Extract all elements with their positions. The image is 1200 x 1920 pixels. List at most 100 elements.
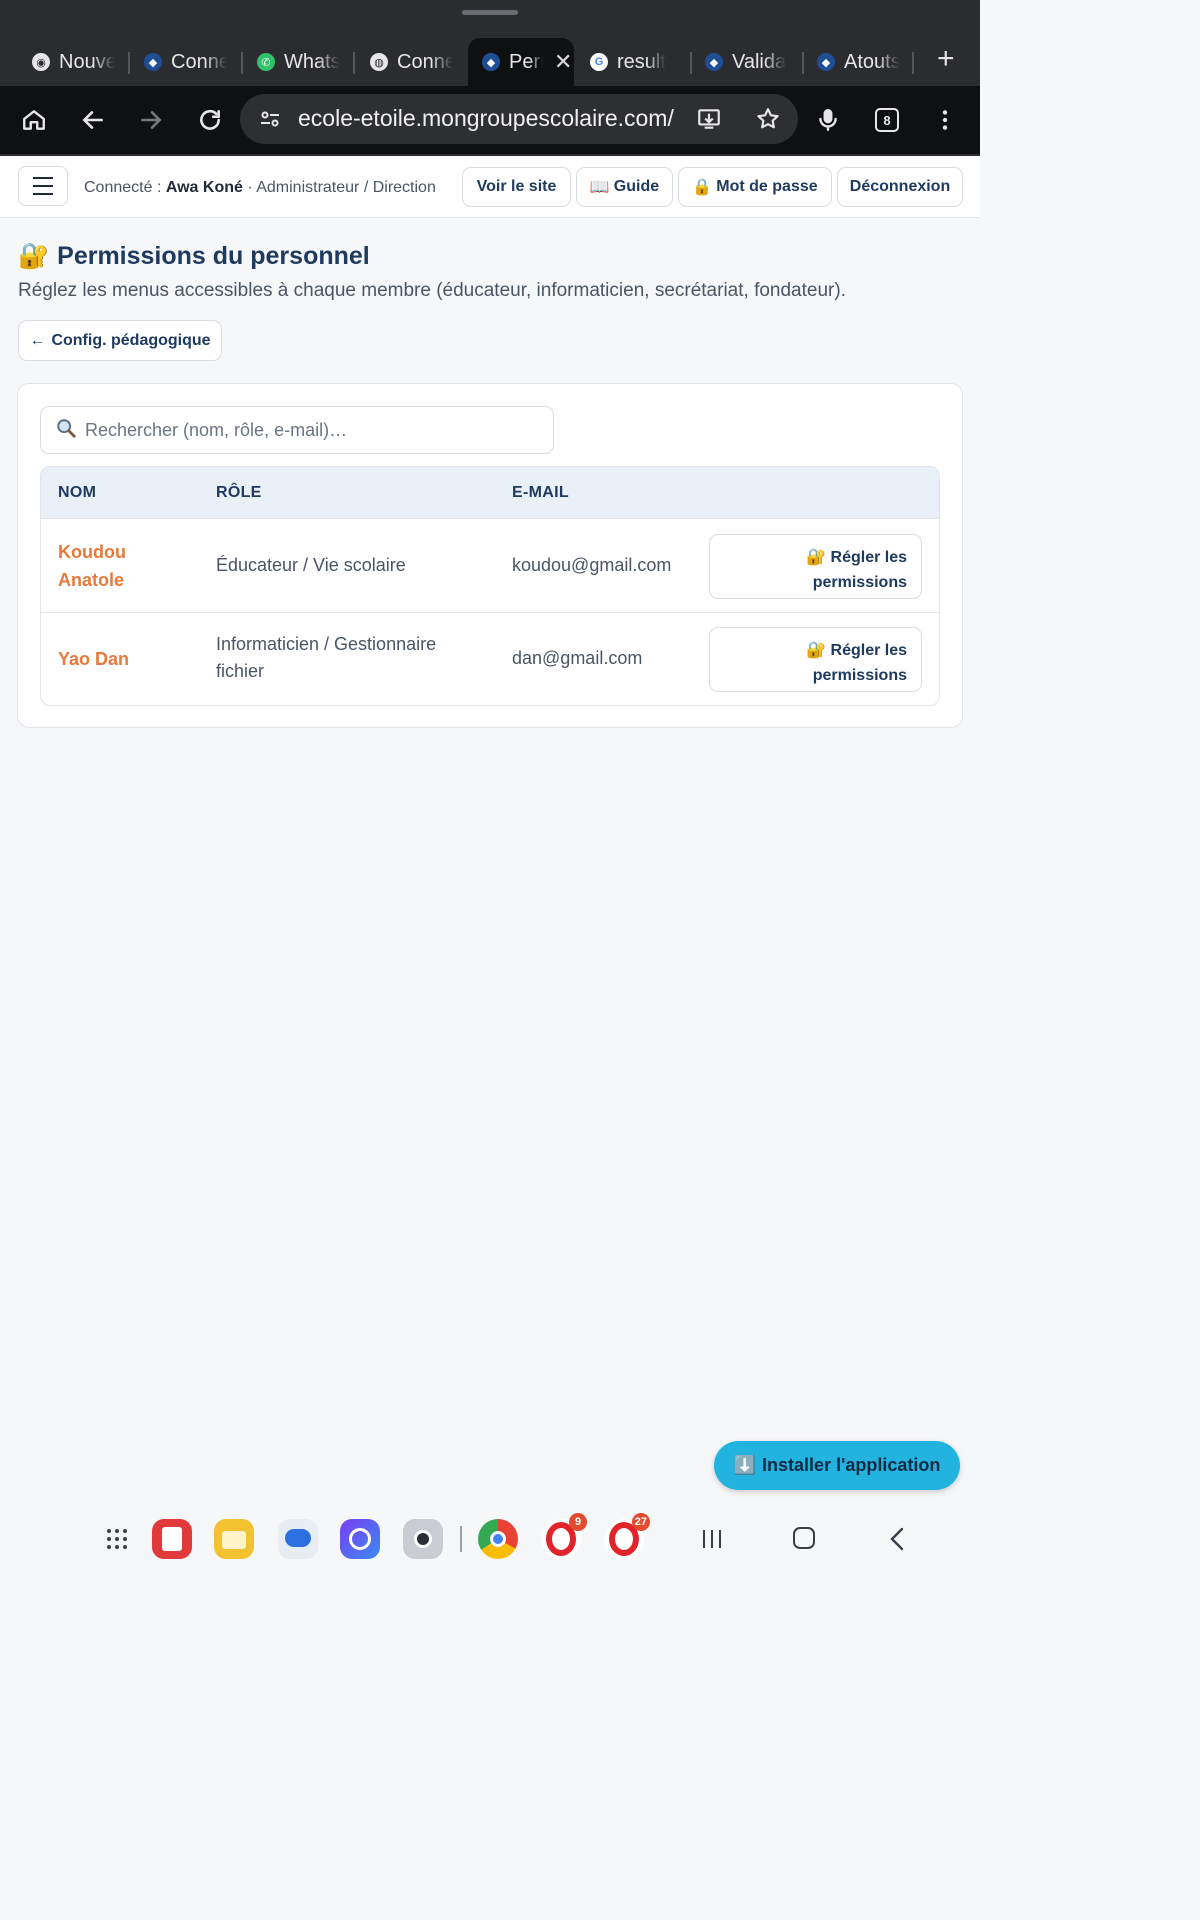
globe-icon: ◍ [370, 53, 388, 71]
tab-switcher-button[interactable]: 8 [875, 108, 899, 132]
notification-badge: 9 [569, 1513, 587, 1531]
password-label: Mot de passe [716, 178, 818, 195]
forward-icon[interactable] [135, 104, 167, 136]
browser-tab-1[interactable]: ◉ Nouve [0, 38, 128, 86]
messages-app-icon[interactable] [278, 1519, 318, 1559]
app-header: Connecté : Awa Koné · Administrateur / D… [0, 156, 980, 218]
whatsapp-icon: ✆ [257, 53, 275, 71]
files-app-icon[interactable] [214, 1519, 254, 1559]
set-permissions-button[interactable]: 🔐 Régler les permissions [709, 534, 922, 599]
browser-tab-4[interactable]: ◍ Conne [338, 38, 466, 86]
page-title: 🔐 Permissions du personnel [18, 242, 370, 271]
site-settings-icon[interactable] [258, 107, 282, 136]
bookmark-star-icon[interactable] [755, 106, 781, 137]
connected-user-role: · Administrateur / Direction [242, 179, 436, 196]
table-row: Yao Dan Informaticien / Gestionnaire fic… [41, 613, 939, 705]
hamburger-menu-button[interactable] [18, 166, 68, 206]
microphone-icon[interactable] [812, 104, 844, 136]
staff-permissions-card: NOM RÔLE E-MAIL Koudou Anatole Éducateur… [17, 383, 963, 728]
guide-button[interactable]: 📖 Guide [576, 167, 673, 207]
lock-key-icon: 🔐 [806, 642, 827, 659]
staff-name-link[interactable]: Koudou Anatole [58, 538, 188, 594]
back-to-config-button[interactable]: ← Config. pédagogique [18, 320, 222, 361]
lock-icon: 🔒 [692, 179, 713, 196]
column-header-role: RÔLE [216, 484, 262, 501]
search-icon [55, 417, 77, 444]
install-app-button[interactable]: ⬇️ Installer l'application [714, 1441, 960, 1490]
tab-separator [912, 52, 914, 74]
tab-strip: ◉ Nouve ◆ Conne ✆ Whats ◍ Conne ◆ Perr ✕… [0, 38, 980, 86]
install-page-icon[interactable] [696, 106, 722, 137]
page-title-text: Permissions du personnel [57, 242, 370, 270]
view-site-button[interactable]: Voir le site [462, 167, 571, 207]
school-icon: ◆ [482, 53, 500, 71]
back-icon[interactable] [77, 104, 109, 136]
table-row: Koudou Anatole Éducateur / Vie scolaire … [41, 520, 939, 613]
hamburger-line [33, 177, 53, 179]
reload-icon[interactable] [194, 104, 226, 136]
browser-tab-2[interactable]: ◆ Conne [112, 38, 242, 86]
search-input[interactable] [85, 419, 525, 441]
opera-app-icon[interactable]: 27 [604, 1513, 650, 1559]
column-header-email: E-MAIL [512, 484, 569, 501]
chrome-icon: ◉ [32, 53, 50, 71]
logout-label: Déconnexion [849, 178, 951, 195]
browser-tab-8[interactable]: ◆ Atouts [785, 38, 913, 86]
internet-app-icon[interactable] [340, 1519, 380, 1559]
staff-role: Éducateur / Vie scolaire [216, 555, 406, 575]
new-tab-icon[interactable]: + [937, 44, 955, 74]
back-nav-icon[interactable] [886, 1526, 908, 1557]
school-icon: ◆ [705, 53, 723, 71]
address-bar[interactable]: ecole-etoile.mongroupescolaire.com/ [240, 94, 798, 144]
opera-mini-app-icon[interactable]: 9 [541, 1513, 587, 1559]
recent-apps-icon[interactable] [700, 1528, 724, 1555]
menu-kebab-icon[interactable] [929, 104, 961, 136]
browser-chrome: ◉ Nouve ◆ Conne ✆ Whats ◍ Conne ◆ Perr ✕… [0, 0, 980, 156]
logout-button[interactable]: Déconnexion [837, 167, 963, 207]
table-header: NOM RÔLE E-MAIL [41, 467, 939, 519]
google-icon: G [590, 53, 608, 71]
staff-email: dan@gmail.com [512, 648, 643, 668]
browser-toolbar: ecole-etoile.mongroupescolaire.com/ 8 [0, 86, 980, 154]
search-box[interactable] [40, 406, 554, 454]
chrome-app-icon[interactable] [478, 1519, 518, 1559]
browser-tab-label: Perr [509, 50, 543, 73]
column-header-name: NOM [58, 484, 97, 501]
set-permissions-label: Régler les permissions [812, 642, 907, 684]
lock-key-icon: 🔐 [18, 242, 50, 270]
connected-user-info: Connecté : Awa Koné · Administrateur / D… [84, 179, 436, 197]
staff-name-link[interactable]: Yao Dan [58, 645, 188, 673]
app-drawer-icon[interactable] [106, 1528, 128, 1555]
password-button[interactable]: 🔒 Mot de passe [678, 167, 832, 207]
lock-key-icon: 🔐 [806, 549, 827, 566]
dock-separator [460, 1526, 462, 1552]
browser-tab-label: Conne [171, 50, 227, 73]
download-arrow-icon: ⬇️ [733, 1455, 757, 1475]
set-permissions-button[interactable]: 🔐 Régler les permissions [709, 627, 922, 692]
browser-tab-7[interactable]: ◆ Valida [673, 38, 803, 86]
home-icon[interactable] [18, 104, 50, 136]
hamburger-line [33, 193, 53, 195]
connected-user-name: Awa Koné [165, 179, 243, 196]
browser-tab-label: Atouts [844, 50, 900, 73]
browser-tab-6[interactable]: G result [558, 38, 688, 86]
connected-prefix: Connecté : [84, 179, 166, 196]
camera-app-icon[interactable] [403, 1519, 443, 1559]
home-nav-icon[interactable] [793, 1527, 815, 1549]
install-app-label: Installer l'application [762, 1455, 941, 1475]
school-icon: ◆ [144, 53, 162, 71]
notification-badge: 27 [631, 1513, 650, 1531]
browser-tab-label: Nouve [59, 50, 115, 73]
guide-label: Guide [613, 178, 660, 195]
browser-tab-label: Whats [284, 50, 340, 73]
notes-app-icon[interactable] [152, 1519, 192, 1559]
set-permissions-label: Régler les permissions [812, 549, 907, 591]
page-subtitle: Réglez les menus accessibles à chaque me… [18, 280, 846, 301]
staff-table: NOM RÔLE E-MAIL Koudou Anatole Éducateur… [40, 466, 940, 706]
url-text: ecole-etoile.mongroupescolaire.com/ [298, 105, 674, 131]
browser-tab-3[interactable]: ✆ Whats [225, 38, 355, 86]
browser-tab-label: result [617, 50, 666, 73]
back-to-config-label: Config. pédagogique [51, 331, 211, 349]
window-grab-handle[interactable] [462, 10, 518, 15]
staff-role: Informaticien / Gestionnaire fichier [216, 634, 437, 681]
